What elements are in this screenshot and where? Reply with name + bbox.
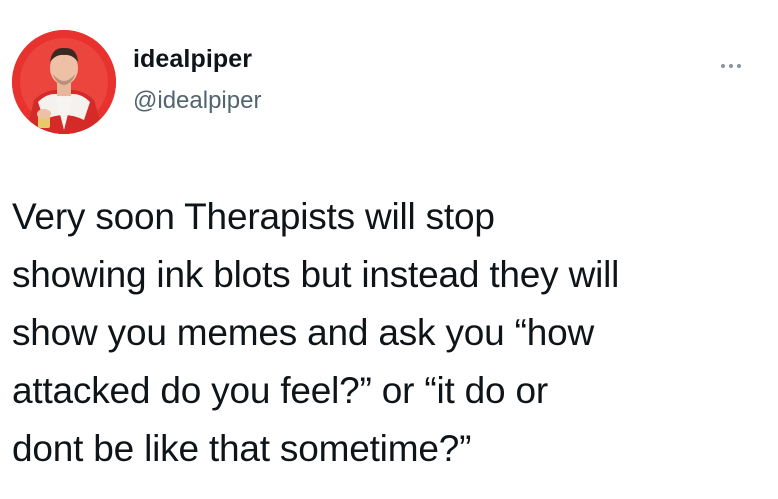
more-options-icon[interactable] bbox=[714, 56, 748, 76]
author-handle[interactable]: @idealpiper bbox=[133, 86, 261, 116]
more-dot bbox=[721, 64, 725, 68]
avatar-image bbox=[12, 30, 116, 134]
profile-avatar[interactable] bbox=[12, 30, 116, 134]
more-dot bbox=[737, 64, 741, 68]
tweet-card: idealpiper @idealpiper Very soon Therapi… bbox=[0, 0, 778, 499]
more-dot bbox=[729, 64, 733, 68]
author-display-name[interactable]: idealpiper bbox=[133, 44, 252, 74]
tweet-text: Very soon Therapists will stop showing i… bbox=[12, 196, 620, 469]
